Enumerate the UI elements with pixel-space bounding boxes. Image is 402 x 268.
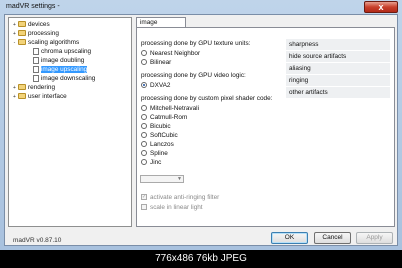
- radio-label: DXVA2: [150, 82, 171, 89]
- checkmark-icon[interactable]: ✓: [141, 194, 147, 201]
- expander-icon[interactable]: -: [12, 39, 17, 47]
- radio-indicator[interactable]: [141, 150, 147, 157]
- tree-item-label: image downscaling: [41, 75, 96, 83]
- radio-indicator[interactable]: [141, 50, 147, 57]
- radio-nearest-neighbor[interactable]: Nearest Neighbor: [141, 50, 200, 57]
- tree-item-image-upscaling[interactable]: image upscaling: [33, 66, 88, 74]
- page-icon: [33, 57, 39, 64]
- folder-icon: [18, 21, 26, 28]
- section-label-texture-units: processing done by GPU texture units:: [141, 40, 251, 47]
- tree-item-chroma-upscaling[interactable]: chroma upscaling: [33, 48, 91, 56]
- tree-item-user-interface[interactable]: + user interface: [12, 93, 67, 101]
- radio-catmull-rom[interactable]: Catmull-Rom: [141, 114, 187, 121]
- close-button[interactable]: x: [364, 1, 398, 13]
- section-label-pixel-shader: processing done by custom pixel shader c…: [141, 95, 273, 102]
- tree-item-label: scaling algorithms: [28, 39, 80, 46]
- expander-icon[interactable]: +: [12, 30, 17, 38]
- radio-dxva2[interactable]: DXVA2: [141, 82, 170, 89]
- tree-item-image-downscaling[interactable]: image downscaling: [33, 75, 95, 83]
- cancel-button[interactable]: Cancel: [314, 232, 351, 244]
- chevron-down-icon: ▼: [177, 176, 182, 182]
- close-icon: x: [378, 2, 384, 12]
- radio-softcubic[interactable]: SoftCubic: [141, 132, 178, 139]
- radio-label: Jinc: [150, 159, 162, 166]
- page-icon: [33, 75, 39, 82]
- ok-button[interactable]: OK: [271, 232, 308, 244]
- expander-icon[interactable]: +: [12, 84, 17, 92]
- radio-label: Mitchell-Netravali: [150, 105, 200, 112]
- folder-icon: [18, 30, 26, 37]
- radio-lanczos[interactable]: Lanczos: [141, 141, 174, 148]
- folder-icon: [18, 84, 26, 91]
- radio-indicator[interactable]: [141, 141, 147, 148]
- expander-icon[interactable]: +: [12, 93, 17, 101]
- tree-item-rendering[interactable]: + rendering: [12, 84, 55, 92]
- radio-label: Bilinear: [150, 59, 172, 66]
- tree-item-label: image upscaling: [41, 66, 88, 74]
- folder-open-icon: [18, 39, 26, 46]
- radio-label: Bicubic: [150, 123, 171, 130]
- tree-item-label: chroma upscaling: [41, 48, 92, 56]
- shader-parameter-dropdown[interactable]: ▼: [140, 175, 184, 183]
- tree-item-scaling-algorithms[interactable]: - scaling algorithms: [12, 39, 80, 47]
- checkbox-label: scale in linear light: [150, 204, 203, 211]
- title-bar[interactable]: madVR settings - x: [0, 0, 402, 14]
- radio-spline[interactable]: Spline: [141, 150, 168, 157]
- radio-indicator[interactable]: [141, 105, 147, 112]
- tree-item-label: processing: [28, 30, 59, 37]
- expander-icon[interactable]: +: [12, 21, 17, 29]
- tree-item-label: devices: [28, 21, 50, 28]
- checkbox-anti-ringing[interactable]: ✓ activate anti-ringing filter: [141, 194, 219, 201]
- apply-button[interactable]: Apply: [356, 232, 393, 244]
- radio-jinc[interactable]: Jinc: [141, 159, 161, 166]
- radio-label: Lanczos: [150, 141, 174, 148]
- tree-item-processing[interactable]: + processing: [12, 30, 59, 38]
- tree-item-image-doubling[interactable]: image doubling: [33, 57, 84, 65]
- tree-item-label: rendering: [28, 84, 56, 91]
- radio-label: Spline: [150, 150, 168, 157]
- tree-item-label: user interface: [28, 93, 67, 100]
- image-caption: 776x486 76kb JPEG: [0, 250, 402, 268]
- radio-mitchell-netravali[interactable]: Mitchell-Netravali: [141, 105, 199, 112]
- settings-tree[interactable]: + devices + processing - scaling algorithms…: [8, 17, 132, 227]
- page-icon: [33, 66, 39, 73]
- window-title: madVR settings -: [6, 3, 60, 10]
- radio-indicator[interactable]: [141, 114, 147, 121]
- radio-indicator[interactable]: [141, 59, 147, 66]
- tree-item-label: image doubling: [41, 57, 85, 65]
- radio-bicubic[interactable]: Bicubic: [141, 123, 171, 130]
- window-frame: madVR settings - x + devices + processing …: [0, 0, 402, 250]
- radio-indicator[interactable]: [141, 123, 147, 130]
- page-icon: [33, 48, 39, 55]
- quality-item-other-artifacts: other artifacts: [286, 87, 390, 99]
- radio-bilinear[interactable]: Bilinear: [141, 59, 171, 66]
- checkbox-linear-light[interactable]: scale in linear light: [141, 204, 203, 211]
- section-label-video-logic: processing done by GPU video logic:: [141, 72, 246, 79]
- checkbox-indicator[interactable]: [141, 204, 147, 211]
- quality-aspects-list: sharpness hide source artifacts aliasing…: [286, 39, 390, 99]
- radio-indicator[interactable]: [141, 132, 147, 139]
- tree-item-devices[interactable]: + devices: [12, 21, 50, 29]
- quality-item-sharpness: sharpness: [286, 39, 390, 51]
- checkbox-label: activate anti-ringing filter: [150, 194, 220, 201]
- radio-label: SoftCubic: [150, 132, 178, 139]
- quality-item-hide-source-artifacts: hide source artifacts: [286, 51, 390, 63]
- folder-icon: [18, 93, 26, 100]
- quality-item-ringing: ringing: [286, 75, 390, 87]
- radio-label: Nearest Neighbor: [150, 50, 201, 57]
- version-label: madVR v0.87.10: [13, 237, 62, 244]
- radio-indicator[interactable]: [141, 159, 147, 166]
- radio-indicator[interactable]: [141, 82, 147, 89]
- quality-item-aliasing: aliasing: [286, 63, 390, 75]
- dialog-client-area: + devices + processing - scaling algorithms…: [4, 14, 398, 246]
- radio-label: Catmull-Rom: [150, 114, 188, 121]
